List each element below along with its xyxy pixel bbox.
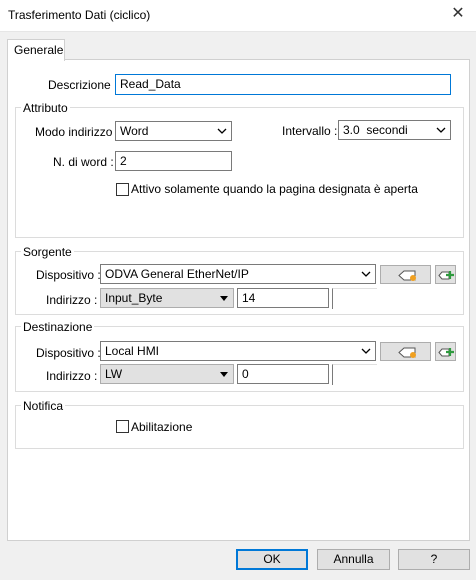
intervallo-label: Intervallo : — [282, 124, 338, 138]
sorgente-indirizzo-type: Input_Byte — [105, 291, 163, 305]
sorgente-add-device-button[interactable] — [435, 265, 456, 284]
destinazione-add-device-button[interactable] — [435, 342, 456, 361]
destinazione-indirizzo-spacer — [332, 364, 377, 385]
group-destinazione-title: Destinazione — [21, 320, 95, 334]
device-settings-icon — [398, 347, 416, 358]
descrizione-label: Descrizione : — [48, 78, 118, 92]
intervallo-select[interactable]: 3.0 secondi — [338, 120, 451, 140]
group-notifica — [15, 405, 464, 449]
abilitazione-checkbox[interactable] — [116, 420, 129, 433]
descrizione-input[interactable]: Read_Data — [115, 74, 451, 95]
destinazione-dispositivo-value: Local HMI — [105, 344, 160, 358]
sorgente-indirizzo-spacer — [332, 288, 377, 309]
chevron-down-icon — [217, 128, 227, 134]
attivo-pagina-checkbox[interactable] — [116, 183, 129, 196]
destinazione-indirizzo-type-select[interactable]: LW — [100, 364, 234, 384]
group-sorgente-title: Sorgente — [21, 245, 74, 259]
chevron-down-icon — [361, 271, 371, 277]
tab-generale-label: Generale — [14, 43, 64, 57]
tab-generale[interactable]: Generale — [7, 39, 65, 61]
group-attributo-title: Attributo — [21, 101, 70, 115]
modo-indirizzo-select[interactable]: Word — [115, 121, 232, 141]
dropdown-arrow-icon — [220, 296, 228, 301]
chevron-down-icon — [361, 348, 371, 354]
sorgente-dispositivo-value: ODVA General EtherNet/IP — [105, 267, 249, 281]
destinazione-dispositivo-select[interactable]: Local HMI — [100, 341, 376, 361]
modo-indirizzo-label: Modo indirizzo : — [35, 125, 120, 139]
destinazione-dispositivo-label: Dispositivo : — [36, 346, 101, 360]
modo-indirizzo-value: Word — [120, 124, 149, 138]
sorgente-dispositivo-label: Dispositivo : — [36, 268, 101, 282]
help-button[interactable]: ? — [398, 549, 470, 570]
destinazione-indirizzo-input[interactable]: 0 — [237, 364, 329, 384]
group-notifica-title: Notifica — [21, 399, 66, 413]
window-titlebar: Trasferimento Dati (ciclico) ✕ — [0, 0, 476, 32]
dropdown-arrow-icon — [220, 372, 228, 377]
add-device-icon — [438, 271, 454, 280]
sorgente-device-settings-button[interactable] — [380, 265, 431, 284]
abilitazione-label: Abilitazione — [131, 420, 193, 434]
close-icon[interactable]: ✕ — [450, 6, 466, 22]
numero-word-label: N. di word : — [53, 155, 114, 169]
destinazione-indirizzo-label: Indirizzo : — [46, 369, 98, 383]
numero-word-input[interactable]: 2 — [115, 151, 232, 171]
window-title: Trasferimento Dati (ciclico) — [8, 8, 151, 22]
attivo-pagina-label: Attivo solamente quando la pagina design… — [131, 182, 418, 196]
intervallo-value: 3.0 secondi — [343, 123, 408, 137]
sorgente-indirizzo-type-select[interactable]: Input_Byte — [100, 288, 234, 308]
device-settings-icon — [398, 270, 416, 281]
sorgente-dispositivo-select[interactable]: ODVA General EtherNet/IP — [100, 264, 376, 284]
sorgente-indirizzo-input[interactable]: 14 — [237, 288, 329, 308]
destinazione-indirizzo-type: LW — [105, 367, 123, 381]
ok-button[interactable]: OK — [236, 549, 308, 570]
sorgente-indirizzo-label: Indirizzo : — [46, 293, 98, 307]
add-device-icon — [438, 348, 454, 357]
annulla-button[interactable]: Annulla — [317, 549, 390, 570]
chevron-down-icon — [436, 127, 446, 133]
destinazione-device-settings-button[interactable] — [380, 342, 431, 361]
